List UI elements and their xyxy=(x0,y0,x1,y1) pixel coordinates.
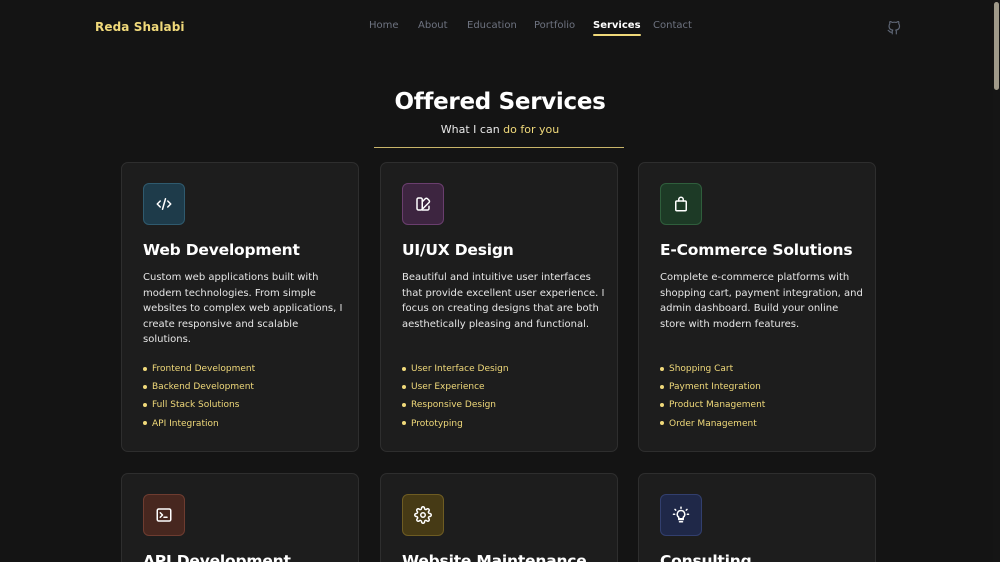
service-description: Complete e-commerce platforms with shopp… xyxy=(660,272,863,330)
subtitle-highlight: do for you xyxy=(503,123,560,136)
service-title: UI/UX Design xyxy=(402,241,514,259)
nav-about[interactable]: About xyxy=(418,20,448,31)
feature-item: User Interface Design xyxy=(402,362,509,380)
feature-item: Order Management xyxy=(660,417,765,435)
feature-item: Payment Integration xyxy=(660,380,765,398)
feature-item: Backend Development xyxy=(143,380,255,398)
nav-home[interactable]: Home xyxy=(369,20,399,31)
nav-education[interactable]: Education xyxy=(467,20,517,31)
feature-item: Full Stack Solutions xyxy=(143,398,255,416)
feature-item: Responsive Design xyxy=(402,398,509,416)
feature-item: Shopping Cart xyxy=(660,362,765,380)
service-card-consulting: Consulting xyxy=(638,473,876,562)
nav-services[interactable]: Services xyxy=(593,20,641,36)
feature-item: User Experience xyxy=(402,380,509,398)
gear-icon xyxy=(414,506,432,524)
nav-portfolio[interactable]: Portfolio xyxy=(534,20,575,31)
feature-item: Frontend Development xyxy=(143,362,255,380)
service-description: Beautiful and intuitive user interfaces … xyxy=(402,272,605,330)
site-header: Reda Shalabi Home About Education Portfo… xyxy=(0,0,993,56)
service-icon-box xyxy=(143,183,185,225)
service-card-uiux-design: UI/UX Design Beautiful and intuitive use… xyxy=(380,162,618,452)
nav-contact[interactable]: Contact xyxy=(653,20,692,31)
service-description: Custom web applications built with moder… xyxy=(143,272,343,346)
terminal-icon xyxy=(156,508,172,522)
design-icon xyxy=(416,197,431,211)
nav-active-indicator xyxy=(593,34,641,36)
service-title: Website Maintenance xyxy=(402,552,587,562)
shopping-bag-icon xyxy=(675,196,687,212)
service-features: Frontend Development Backend Development… xyxy=(143,362,255,435)
service-title: Consulting xyxy=(660,552,752,562)
section-divider xyxy=(374,147,624,148)
service-card-web-development: Web Development Custom web applications … xyxy=(121,162,359,452)
service-title: Web Development xyxy=(143,241,300,259)
feature-item: API Integration xyxy=(143,417,255,435)
service-features: User Interface Design User Experience Re… xyxy=(402,362,509,435)
nav-services-label: Services xyxy=(593,20,641,31)
service-card-website-maintenance: Website Maintenance xyxy=(380,473,618,562)
github-icon[interactable] xyxy=(887,21,901,35)
section-subtitle: What I can do for you xyxy=(0,123,1000,136)
code-icon xyxy=(156,198,172,210)
section-title: Offered Services xyxy=(394,89,606,115)
service-icon-box xyxy=(402,494,444,536)
service-card-ecommerce: E-Commerce Solutions Complete e-commerce… xyxy=(638,162,876,452)
service-features: Shopping Cart Payment Integration Produc… xyxy=(660,362,765,435)
service-icon-box xyxy=(402,183,444,225)
service-title: E-Commerce Solutions xyxy=(660,241,853,259)
subtitle-prefix: What I can xyxy=(440,123,504,136)
service-icon-box xyxy=(143,494,185,536)
feature-item: Prototyping xyxy=(402,417,509,435)
lightbulb-icon xyxy=(672,506,690,523)
service-title: API Development xyxy=(143,552,291,562)
service-icon-box xyxy=(660,183,702,225)
scrollbar-thumb[interactable] xyxy=(994,2,999,90)
service-card-api-development: API Development xyxy=(121,473,359,562)
page-scrollbar[interactable] xyxy=(993,0,1000,562)
feature-item: Product Management xyxy=(660,398,765,416)
brand-logo[interactable]: Reda Shalabi xyxy=(95,20,185,34)
service-icon-box xyxy=(660,494,702,536)
